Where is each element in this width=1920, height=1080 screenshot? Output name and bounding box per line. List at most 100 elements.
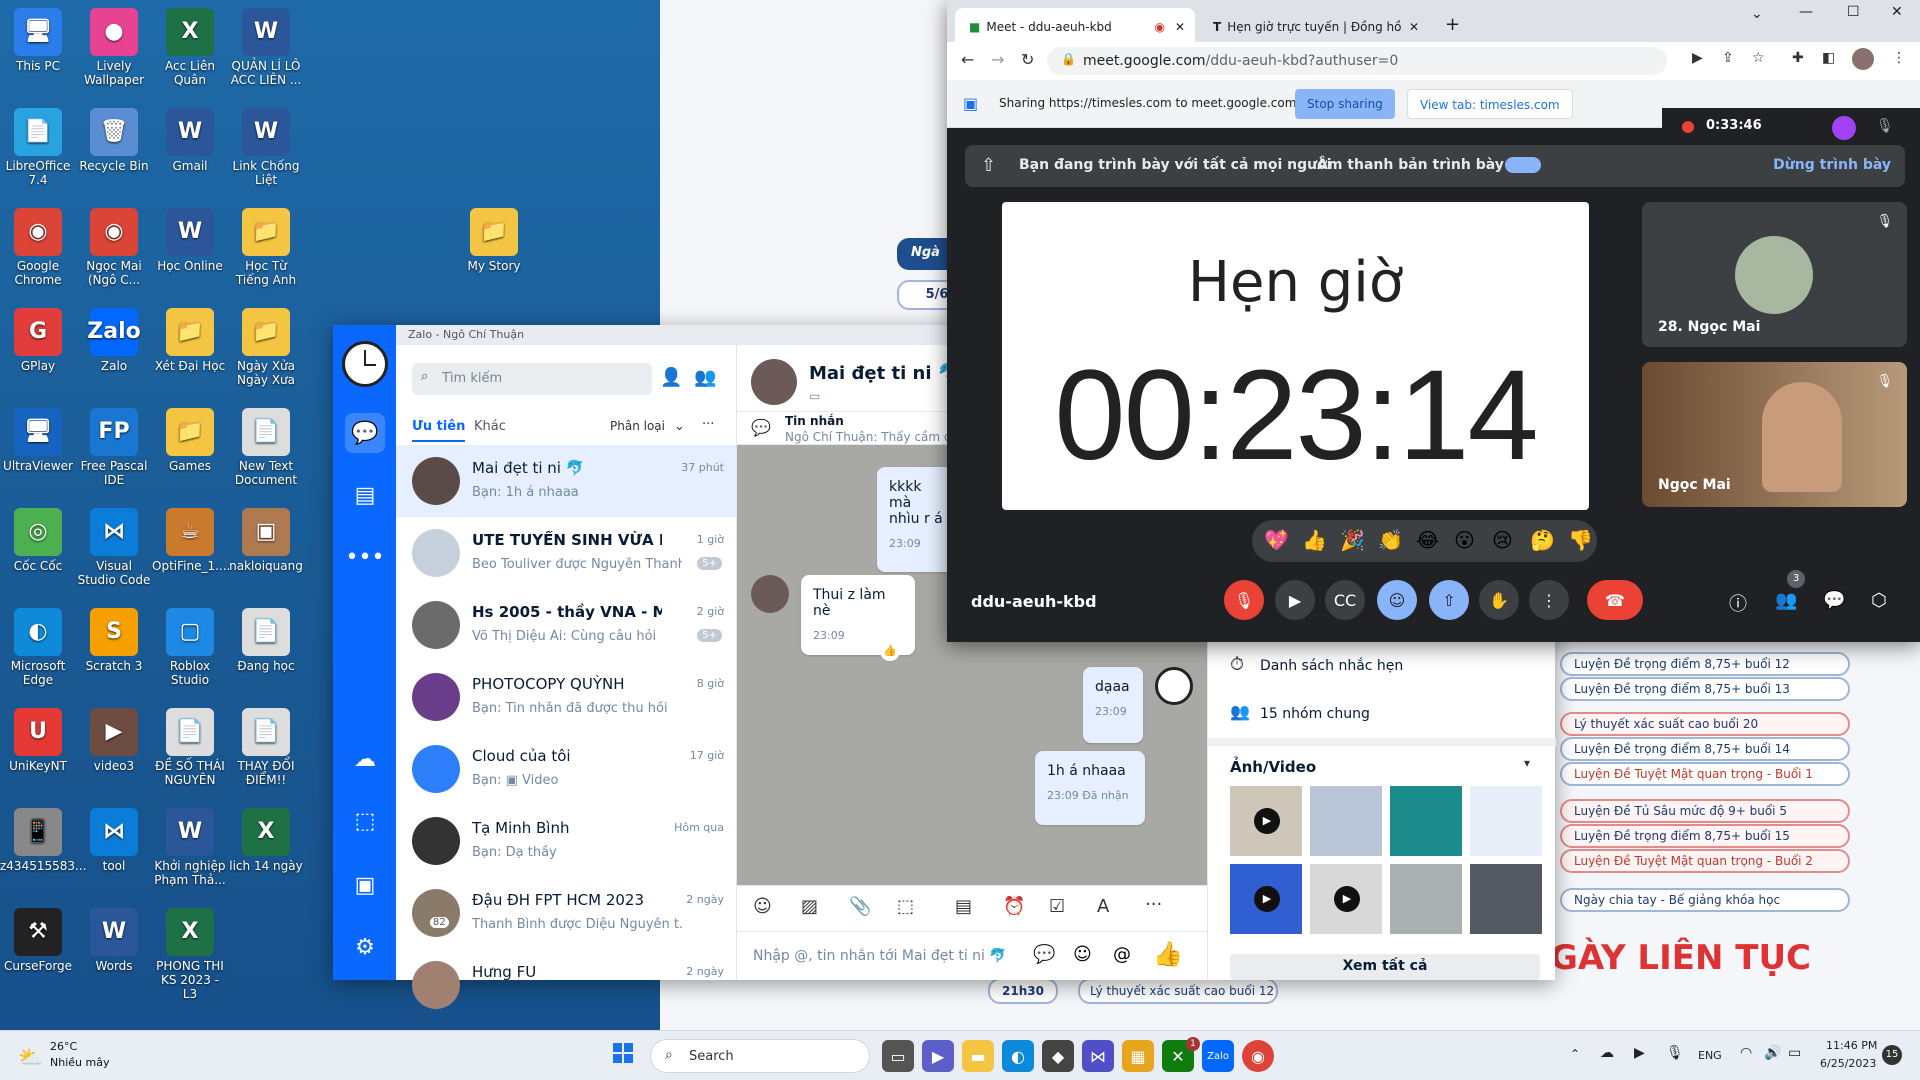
desktop-icon[interactable]: 🗑 Recycle Bin [76, 108, 152, 173]
desktop-icon[interactable]: ▣ nakloiquang [228, 508, 304, 573]
desktop-icon[interactable]: ⋈ Visual Studio Code [76, 508, 152, 587]
screenshot-nav-icon[interactable]: ⬚ [345, 801, 385, 841]
desktop-icon[interactable]: S Scratch 3 [76, 608, 152, 673]
desktop-icon[interactable]: 📄 New Text Document [228, 408, 304, 487]
stop-sharing-button[interactable]: Stop sharing [1295, 89, 1395, 119]
share-icon[interactable]: ⇪ [1722, 50, 1734, 66]
reaction-emoji[interactable]: 😮 [1454, 528, 1475, 552]
raise-hand-button[interactable]: ✋ [1479, 580, 1519, 620]
language-indicator[interactable]: ENG [1698, 1049, 1722, 1062]
conversation-item[interactable]: Đậu ĐH FPT HCM 2023 Thanh Bình được Diệu … [396, 877, 736, 949]
classify-dropdown[interactable]: Phân loại [610, 419, 665, 433]
desktop-icon[interactable]: W Học Online [152, 208, 228, 273]
contacts-nav-icon[interactable]: ▤ [345, 475, 385, 515]
desktop-icon[interactable]: G GPlay [0, 308, 76, 373]
tab-search-icon[interactable]: ⌄ [1751, 6, 1763, 22]
desktop-icon[interactable]: ◉ Google Chrome [0, 208, 76, 287]
see-all-button[interactable]: Xem tất cả [1230, 954, 1540, 980]
wifi-icon[interactable]: ◠ [1740, 1045, 1752, 1061]
desktop-icon[interactable]: 📄 THAY ĐỔI ĐIỂM!! [228, 708, 304, 787]
emoji-reactions-button[interactable]: ☺ [1377, 580, 1417, 620]
show-hidden-icons-icon[interactable]: ⌃ [1570, 1047, 1580, 1061]
desktop-icon[interactable]: 📁 Học Từ Tiếng Anh [228, 208, 304, 287]
desktop-icon[interactable]: ◎ Cốc Cốc [0, 508, 76, 573]
message-bubble[interactable]: kkkk mà nhìu r á 23:09 [877, 467, 957, 572]
address-bar[interactable]: 🔒 meet.google.com/ddu-aeuh-kbd?authuser=… [1047, 47, 1667, 75]
website-schedule-item[interactable]: Lý thuyết xác suất cao buổi 20 [1560, 712, 1850, 736]
conversation-item[interactable]: Cloud của tôi Bạn: ▣ Video 17 giờ [396, 733, 736, 805]
website-schedule-item[interactable]: Lý thuyết xác suất cao buổi 12 [1078, 978, 1278, 1004]
clock-date[interactable]: 6/25/2023 [1820, 1057, 1876, 1070]
chrome-taskbar-icon[interactable]: ◉ [1242, 1040, 1274, 1072]
task-view-icon[interactable]: ▭ [882, 1040, 914, 1072]
more-options-icon[interactable]: ··· [702, 417, 714, 432]
website-schedule-item[interactable]: Luyện Đề trọng điểm 8,75+ buổi 14 [1560, 737, 1850, 761]
conversation-item[interactable]: Tạ Minh Bình Bạn: Dạ thầy Hôm qua [396, 805, 736, 877]
sticker-icon[interactable]: ☺ [753, 896, 772, 917]
reaction-emoji[interactable]: 👎 [1568, 528, 1593, 552]
message-bubble[interactable]: 1h á nhaaa 23:09 Đã nhận [1035, 751, 1145, 825]
taskbar-search[interactable]: ⌕ Search [650, 1039, 870, 1073]
reaction-emoji[interactable]: 🤔 [1530, 528, 1555, 552]
attach-icon[interactable]: 📎 [849, 896, 871, 917]
toolbox-nav-icon[interactable]: ▣ [345, 865, 385, 905]
desktop-icon[interactable]: ▢ Roblox Studio [152, 608, 228, 687]
media-section-title[interactable]: Ảnh/Video [1230, 758, 1316, 776]
reaction-emoji[interactable]: 😂 [1416, 528, 1439, 552]
edge-icon[interactable]: ◐ [1002, 1040, 1034, 1072]
menu-kebab-icon[interactable]: ⋮ [1892, 50, 1906, 66]
user-avatar[interactable] [342, 341, 388, 387]
more-icon[interactable]: ··· [1145, 894, 1162, 915]
stop-recording-icon[interactable] [1832, 116, 1856, 140]
close-tab-icon[interactable]: ✕ [1409, 20, 1419, 34]
desktop-icon[interactable]: 📄 Đang học [228, 608, 304, 673]
desktop-icon[interactable]: 📁 My Story [456, 208, 532, 273]
captions-button[interactable]: CC [1325, 580, 1365, 620]
reminder-clock-icon[interactable]: ⏰ [1003, 896, 1025, 917]
close-tab-icon[interactable]: ✕ [1175, 20, 1185, 34]
participant-tile[interactable]: 🎙 28. Ngọc Mai [1642, 202, 1907, 347]
forward-icon[interactable]: → [991, 50, 1004, 69]
desktop-icon[interactable]: 🖥 This PC [0, 8, 76, 73]
vs-icon[interactable]: ⋈ [1082, 1040, 1114, 1072]
info-icon[interactable]: ⓘ [1729, 590, 1747, 616]
desktop-icon[interactable]: 🖥 UltraViewer [0, 408, 76, 473]
more-nav-icon[interactable]: ••• [345, 537, 385, 577]
onedrive-icon[interactable]: ☁ [1600, 1045, 1614, 1061]
sender-avatar[interactable] [751, 575, 789, 613]
emoji-icon[interactable]: ☺ [1073, 944, 1092, 965]
extensions-icon[interactable]: ✚ [1792, 50, 1804, 66]
media-thumbnail[interactable] [1310, 786, 1382, 856]
cloud-nav-icon[interactable]: ☁ [345, 739, 385, 779]
desktop-icon[interactable]: U UniKeyNT [0, 708, 76, 773]
website-schedule-item[interactable]: Luyện Đề Tuyệt Mật quan trọng - Buổi 1 [1560, 762, 1850, 786]
media-thumbnail[interactable] [1390, 864, 1462, 934]
collapse-icon[interactable]: ▾ [1524, 756, 1530, 770]
media-thumbnail[interactable]: ▶ [1230, 786, 1302, 856]
file-explorer-icon[interactable]: ▬ [962, 1040, 994, 1072]
chat-avatar[interactable] [751, 359, 797, 405]
stop-presenting-button[interactable]: Dừng trình bày [1773, 157, 1891, 173]
website-schedule-item[interactable]: Luyện Đề trọng điểm 8,75+ buổi 12 [1560, 652, 1850, 676]
contact-card-icon[interactable]: ▤ [955, 896, 972, 917]
website-schedule-item[interactable]: Luyện Đề trọng điểm 8,75+ buổi 13 [1560, 677, 1850, 701]
my-avatar[interactable] [1155, 667, 1193, 705]
bookmark-star-icon[interactable]: ☆ [1752, 50, 1765, 66]
present-button[interactable]: ⇧ [1429, 580, 1469, 620]
desktop-icon[interactable]: ⚒ CurseForge [0, 908, 76, 973]
search-input[interactable]: ⌕ Tìm kiếm [412, 363, 652, 395]
desktop-icon[interactable]: W Khởi nghiệp Phạm Thả... [152, 808, 228, 887]
image-icon[interactable]: ▨ [801, 896, 818, 917]
reaction-emoji[interactable]: 🎉 [1340, 528, 1365, 552]
desktop-icon[interactable]: W QUẢN LÍ LÔ ACC LIÊN ... [228, 8, 304, 87]
tab-other[interactable]: Khác [474, 419, 506, 434]
conversation-item[interactable]: Hs 2005 - thầy VNA - Ma... Võ Thị Diệu Ái… [396, 589, 736, 661]
reload-icon[interactable]: ↻ [1021, 50, 1034, 69]
message-bubble[interactable]: dạaa 23:09 [1083, 667, 1143, 743]
camera-tray-icon[interactable]: ▶ [1634, 1045, 1645, 1061]
mention-icon[interactable]: @ [1113, 944, 1131, 965]
conversation-item[interactable]: Hưng FU 2 ngày [396, 949, 736, 1021]
teams-icon[interactable]: ▶ [922, 1040, 954, 1072]
store-icon[interactable]: ▦ [1122, 1040, 1154, 1072]
profile-avatar[interactable] [1852, 48, 1874, 70]
